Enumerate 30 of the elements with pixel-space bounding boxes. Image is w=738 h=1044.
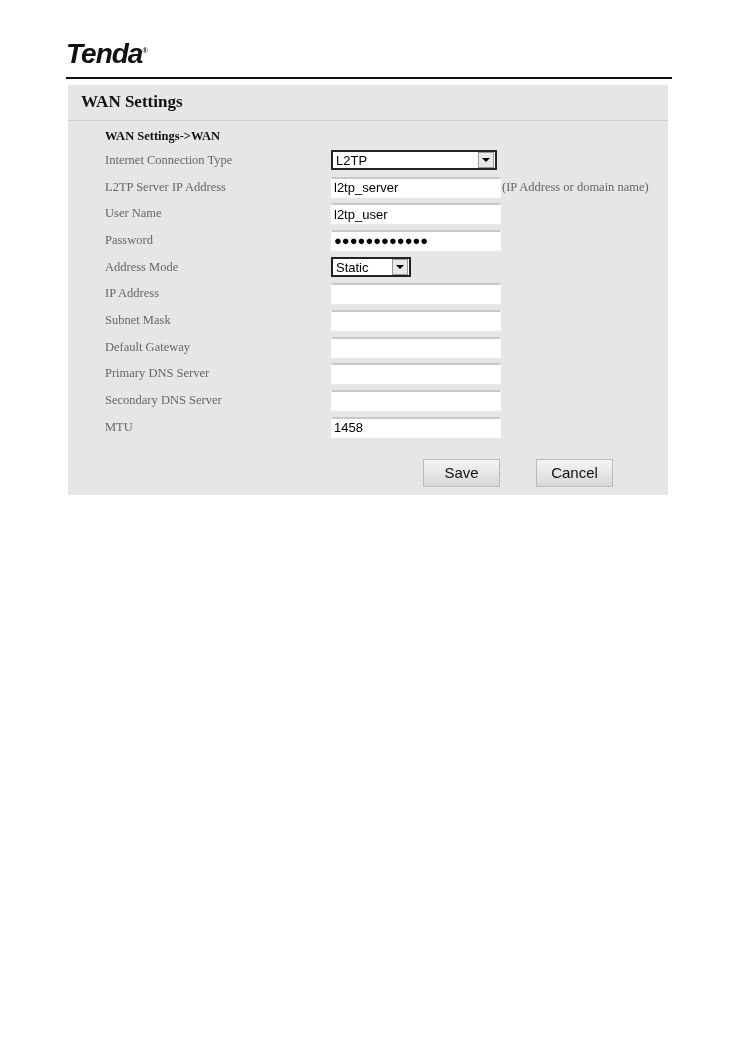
cancel-button[interactable]: Cancel bbox=[536, 458, 613, 487]
field-label: Address Mode bbox=[105, 259, 180, 275]
field-label: User Name bbox=[105, 206, 163, 222]
input-field[interactable]: l2tp_user bbox=[331, 203, 501, 225]
field-hint: (IP Address or domain name) bbox=[502, 179, 649, 195]
input-field[interactable] bbox=[331, 283, 501, 305]
input-field[interactable]: l2tp_server bbox=[331, 176, 501, 198]
field-label: Primary DNS Server bbox=[105, 366, 211, 382]
field-label: Internet Connection Type bbox=[105, 152, 234, 168]
input-field[interactable] bbox=[331, 336, 501, 358]
field-label: Password bbox=[105, 232, 154, 248]
input-field[interactable] bbox=[331, 363, 501, 385]
field-label: Subnet Mask bbox=[105, 312, 172, 328]
input-field[interactable] bbox=[331, 390, 501, 412]
field-label: IP Address bbox=[105, 286, 161, 302]
caret-icon bbox=[392, 259, 408, 276]
field-label: Default Gateway bbox=[105, 339, 192, 355]
caret-icon bbox=[478, 152, 494, 169]
panel-title: WAN Settings bbox=[80, 91, 184, 113]
field-label: L2TP Server IP Address bbox=[105, 179, 227, 195]
input-field[interactable]: 1458 bbox=[331, 416, 501, 438]
field-label: MTU bbox=[105, 419, 134, 435]
field-label: Secondary DNS Server bbox=[105, 393, 223, 409]
dropdown[interactable]: Static bbox=[331, 257, 411, 278]
section-title: WAN Settings->WAN bbox=[105, 128, 222, 145]
dropdown[interactable]: L2TP bbox=[331, 150, 497, 171]
input-field[interactable]: ●●●●●●●●●●●● bbox=[331, 229, 501, 251]
input-field[interactable] bbox=[331, 309, 501, 331]
save-button[interactable]: Save bbox=[423, 458, 500, 487]
logo: Tenda$^{®}$ bbox=[66, 37, 147, 70]
